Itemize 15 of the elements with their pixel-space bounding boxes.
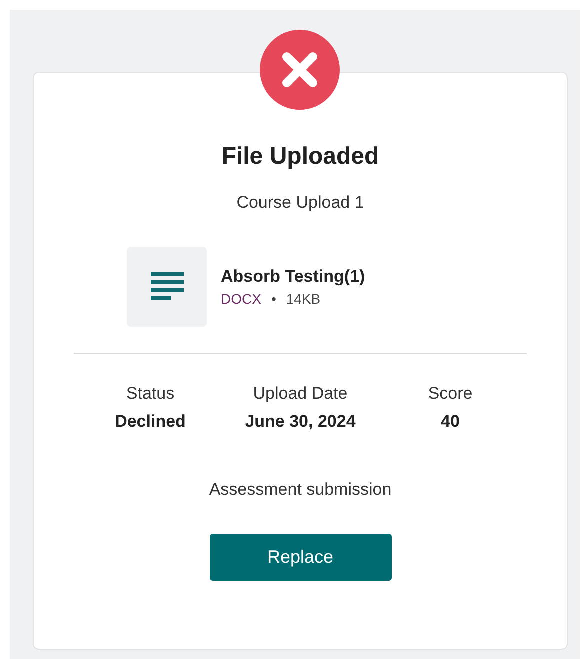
stat-value: Declined [114,412,187,432]
stat-label: Upload Date [252,384,349,404]
card-subtitle: Course Upload 1 [236,193,364,213]
stat-value: 40 [440,412,461,432]
file-type: DOCX [221,291,262,307]
separator-dot: • [271,291,276,307]
stat-label: Score [427,384,474,404]
card-title: File Uploaded [222,143,380,171]
submission-type: Assessment submission [209,480,392,500]
file-size: 14KB [286,291,321,307]
replace-button[interactable]: Replace [210,534,392,581]
file-name: Absorb Testing(1) [221,267,366,287]
stat-value: June 30, 2024 [244,412,357,432]
document-lines-icon [150,272,184,302]
stat-label: Status [125,384,176,404]
